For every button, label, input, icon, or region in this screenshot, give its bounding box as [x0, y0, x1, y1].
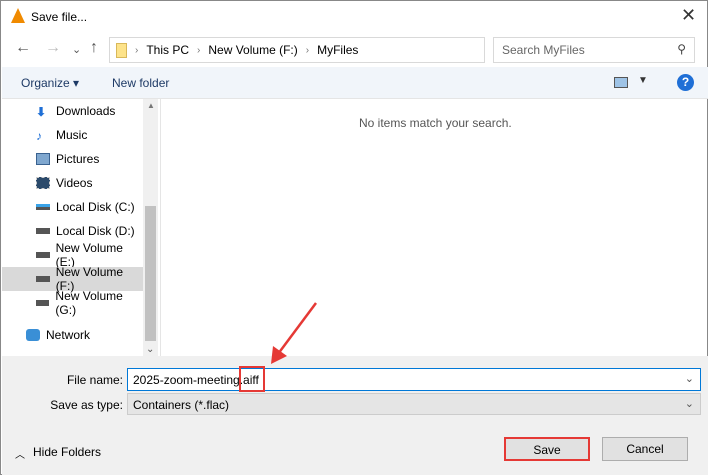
search-placeholder: Search MyFiles [502, 43, 585, 57]
folder-icon [116, 42, 127, 58]
breadcrumb-new-volume-f[interactable]: New Volume (F:) [208, 43, 297, 57]
forward-button[interactable]: → [45, 39, 61, 57]
sidebar-item-label: Videos [56, 176, 93, 190]
cancel-button[interactable]: Cancel [602, 437, 688, 461]
sidebar-item-new-volume-g[interactable]: New Volume (G:) [2, 289, 143, 317]
recent-locations-button[interactable]: ⌄ [72, 43, 81, 56]
annotation-arrow [271, 302, 318, 364]
view-options-icon[interactable] [614, 77, 628, 88]
sidebar-item-downloads[interactable]: ⬇ Downloads [2, 99, 143, 123]
empty-folder-message: No items match your search. [359, 116, 512, 130]
navigation-pane: ⬇ Downloads ♪ Music Pictures Videos Local … [2, 99, 143, 356]
file-name-label: File name: [66, 373, 123, 387]
sidebar-item-new-volume-e[interactable]: New Volume (E:) [2, 241, 143, 269]
new-folder-button[interactable]: New folder [112, 76, 169, 90]
sidebar-item-label: Pictures [56, 152, 100, 166]
save-as-type-select[interactable]: Containers (*.flac) ⌄ [127, 393, 701, 415]
pictures-icon [36, 153, 50, 165]
save-button[interactable]: Save [504, 437, 590, 461]
file-name-input[interactable]: 2025-zoom-meeting.aiff ⌄ [127, 368, 701, 391]
sidebar-item-local-disk-c[interactable]: Local Disk (C:) [2, 195, 143, 219]
drive-icon [36, 276, 50, 282]
scroll-up-icon[interactable]: ▲ [147, 101, 155, 110]
music-icon: ♪ [36, 129, 42, 143]
address-bar[interactable]: › This PC › New Volume (F:) › MyFiles [109, 37, 485, 63]
sidebar-item-local-disk-d[interactable]: Local Disk (D:) [2, 219, 143, 243]
toolbar: Organize ▾ New folder ▼ ? [2, 67, 708, 99]
window-title: Save file... [31, 10, 88, 24]
save-as-type-value: Containers (*.flac) [133, 398, 230, 412]
sidebar-item-label: Network [46, 328, 91, 342]
breadcrumb-this-pc[interactable]: This PC [146, 43, 189, 57]
drive-icon [36, 252, 50, 258]
drive-icon [36, 300, 50, 306]
chevron-up-icon[interactable]: ︿ [15, 446, 25, 461]
vlc-cone-icon [11, 8, 25, 23]
download-icon: ⬇ [36, 105, 47, 119]
drive-icon [36, 228, 50, 234]
sidebar-item-new-volume-f[interactable]: New Volume (F:) [2, 265, 143, 293]
back-button[interactable]: ← [15, 39, 31, 57]
videos-icon [36, 177, 50, 189]
view-dropdown-icon[interactable]: ▼ [638, 75, 648, 86]
search-icon: ⚲ [677, 42, 686, 56]
drive-icon [36, 204, 50, 210]
sidebar-item-network[interactable]: Network [2, 323, 143, 347]
scroll-down-icon[interactable]: ⌄ [146, 344, 154, 355]
search-input[interactable]: Search MyFiles ⚲ [493, 37, 695, 63]
save-file-dialog: Save file... ✕ ← → ⌄ ↑ › This PC › New Vol… [0, 0, 708, 475]
hide-folders-button[interactable]: Hide Folders [33, 445, 101, 459]
sidebar-item-label: New Volume (G:) [55, 289, 123, 317]
save-as-type-label: Save as type: [50, 398, 123, 412]
sidebar-item-pictures[interactable]: Pictures [2, 147, 143, 171]
sidebar-item-label: Local Disk (D:) [56, 224, 135, 238]
breadcrumb-myfiles[interactable]: MyFiles [317, 43, 358, 57]
sidebar-item-videos[interactable]: Videos [2, 171, 143, 195]
close-button[interactable]: ✕ [681, 5, 696, 26]
scrollbar-thumb[interactable] [145, 206, 156, 341]
chevron-down-icon[interactable]: ⌄ [685, 372, 694, 385]
up-button[interactable]: ↑ [90, 39, 98, 57]
organize-button[interactable]: Organize ▾ [21, 76, 79, 90]
chevron-down-icon[interactable]: ⌄ [685, 397, 694, 410]
pane-divider[interactable] [160, 99, 161, 356]
sidebar-item-label: Downloads [56, 104, 116, 118]
sidebar-item-music[interactable]: ♪ Music [2, 123, 143, 147]
help-button[interactable]: ? [677, 74, 694, 91]
sidebar-item-label: Local Disk (C:) [56, 200, 135, 214]
network-icon [26, 329, 40, 341]
sidebar-item-label: Music [56, 128, 88, 142]
